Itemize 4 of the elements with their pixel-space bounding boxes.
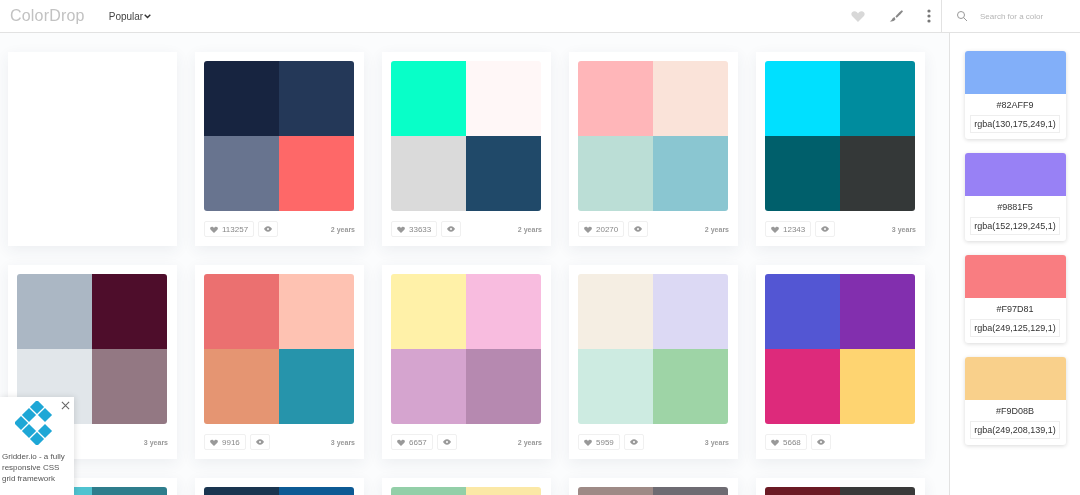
hex-code: #82AFF9 (996, 100, 1034, 110)
hex-code: #9881F5 (997, 202, 1033, 212)
hex-code: #F97D81 (996, 304, 1034, 314)
hex-code: #F9D08B (996, 406, 1034, 416)
